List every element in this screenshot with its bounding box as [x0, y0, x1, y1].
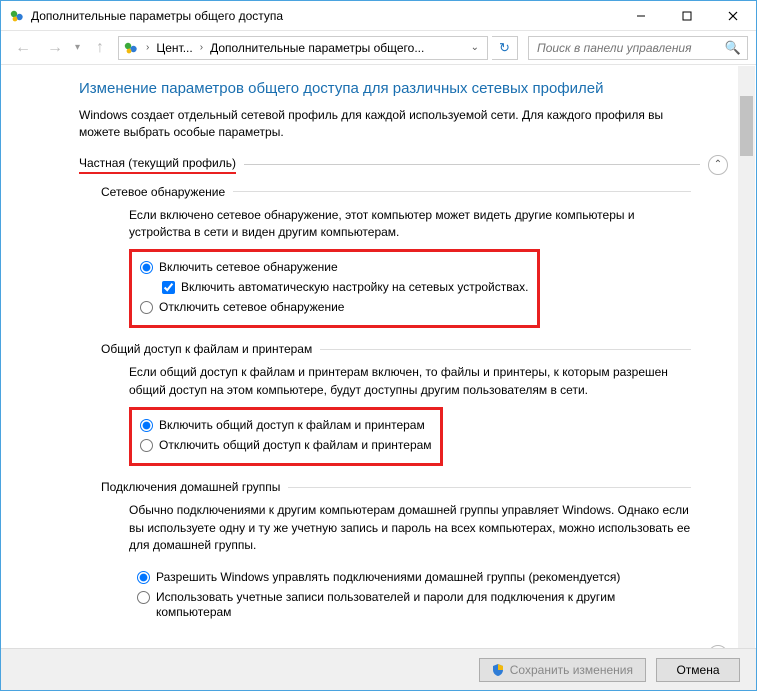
radio-label: Включить сетевое обнаружение [159, 260, 338, 276]
breadcrumb-item[interactable]: Дополнительные параметры общего... [210, 41, 424, 55]
cancel-button[interactable]: Отмена [656, 658, 740, 682]
radio-label: Разрешить Windows управлять подключениям… [156, 570, 620, 586]
radio-label: Включить общий доступ к файлам и принтер… [159, 418, 425, 434]
window-titlebar: Дополнительные параметры общего доступа [1, 1, 756, 31]
close-button[interactable] [710, 1, 756, 31]
control-panel-icon [123, 40, 139, 56]
radio-homegroup-allow[interactable]: Разрешить Windows управлять подключениям… [137, 568, 683, 588]
radio-input[interactable] [140, 301, 153, 314]
homegroup-options: Разрешить Windows управлять подключениям… [129, 562, 691, 631]
shield-icon [492, 664, 504, 676]
subsection-file-sharing: Общий доступ к файлам и принтерам Если о… [101, 342, 691, 466]
subsection-network-discovery: Сетевое обнаружение Если включено сетево… [101, 185, 691, 329]
chevron-right-icon[interactable]: › [197, 42, 206, 53]
control-panel-icon [9, 8, 25, 24]
radio-label: Отключить общий доступ к файлам и принте… [159, 438, 432, 454]
radio-input[interactable] [140, 439, 153, 452]
radio-label: Отключить сетевое обнаружение [159, 300, 344, 316]
history-chevron-icon[interactable]: ▾ [73, 42, 82, 53]
sharing-options: Включить общий доступ к файлам и принтер… [129, 407, 443, 466]
radio-sharing-off[interactable]: Отключить общий доступ к файлам и принте… [140, 436, 432, 456]
subsection-homegroup: Подключения домашней группы Обычно подкл… [101, 480, 691, 631]
window-controls [618, 1, 756, 30]
radio-label: Использовать учетные записи пользователе… [156, 590, 683, 621]
search-icon[interactable]: 🔍 [725, 40, 741, 56]
checkbox-auto-setup[interactable]: Включить автоматическую настройку на сет… [162, 278, 529, 298]
checkbox-input[interactable] [162, 281, 175, 294]
subsection-desc: Если общий доступ к файлам и принтерам в… [129, 364, 691, 399]
footer-bar: Сохранить изменения Отмена [1, 648, 756, 690]
radio-input[interactable] [140, 419, 153, 432]
subsection-desc: Если включено сетевое обнаружение, этот … [129, 207, 691, 242]
subsection-title: Сетевое обнаружение [101, 185, 225, 199]
chevron-right-icon[interactable]: › [143, 42, 152, 53]
subsection-title: Общий доступ к файлам и принтерам [101, 342, 312, 356]
cancel-button-label: Отмена [676, 663, 719, 677]
radio-input[interactable] [137, 571, 150, 584]
vertical-scrollbar[interactable] [738, 66, 755, 648]
radio-input[interactable] [137, 591, 150, 604]
maximize-button[interactable] [664, 1, 710, 31]
scrollbar-thumb[interactable] [740, 96, 753, 156]
discovery-options: Включить сетевое обнаружение Включить ав… [129, 249, 540, 328]
search-input[interactable] [535, 40, 725, 56]
forward-button[interactable]: → [41, 34, 69, 62]
radio-homegroup-creds[interactable]: Использовать учетные записи пользователе… [137, 588, 683, 623]
address-bar[interactable]: › Цент... › Дополнительные параметры общ… [118, 36, 488, 60]
refresh-button[interactable]: ↻ [492, 36, 518, 60]
collapse-icon[interactable]: ⌃ [708, 155, 728, 175]
subsection-desc: Обычно подключениями к другим компьютера… [129, 502, 691, 554]
address-dropdown-icon[interactable]: ⌄ [465, 42, 485, 53]
save-button-label: Сохранить изменения [510, 663, 633, 677]
breadcrumb-item[interactable]: Цент... [156, 41, 192, 55]
minimize-button[interactable] [618, 1, 664, 31]
radio-sharing-on[interactable]: Включить общий доступ к файлам и принтер… [140, 416, 432, 436]
section-private[interactable]: Частная (текущий профиль) ⌃ [79, 155, 728, 175]
radio-discovery-on[interactable]: Включить сетевое обнаружение [140, 258, 529, 278]
checkbox-label: Включить автоматическую настройку на сет… [181, 280, 529, 296]
navigation-bar: ← → ▾ ↑ › Цент... › Дополнительные парам… [1, 31, 756, 65]
subsection-title: Подключения домашней группы [101, 480, 280, 494]
window-title: Дополнительные параметры общего доступа [31, 9, 618, 23]
radio-discovery-off[interactable]: Отключить сетевое обнаружение [140, 298, 529, 318]
up-button[interactable]: ↑ [86, 34, 114, 62]
page-intro: Windows создает отдельный сетевой профил… [79, 107, 689, 141]
page-heading: Изменение параметров общего доступа для … [79, 80, 728, 97]
section-private-label: Частная (текущий профиль) [79, 156, 236, 174]
search-box[interactable]: 🔍 [528, 36, 748, 60]
content-area: Изменение параметров общего доступа для … [1, 66, 756, 648]
save-button[interactable]: Сохранить изменения [479, 658, 646, 682]
back-button[interactable]: ← [9, 34, 37, 62]
radio-input[interactable] [140, 261, 153, 274]
